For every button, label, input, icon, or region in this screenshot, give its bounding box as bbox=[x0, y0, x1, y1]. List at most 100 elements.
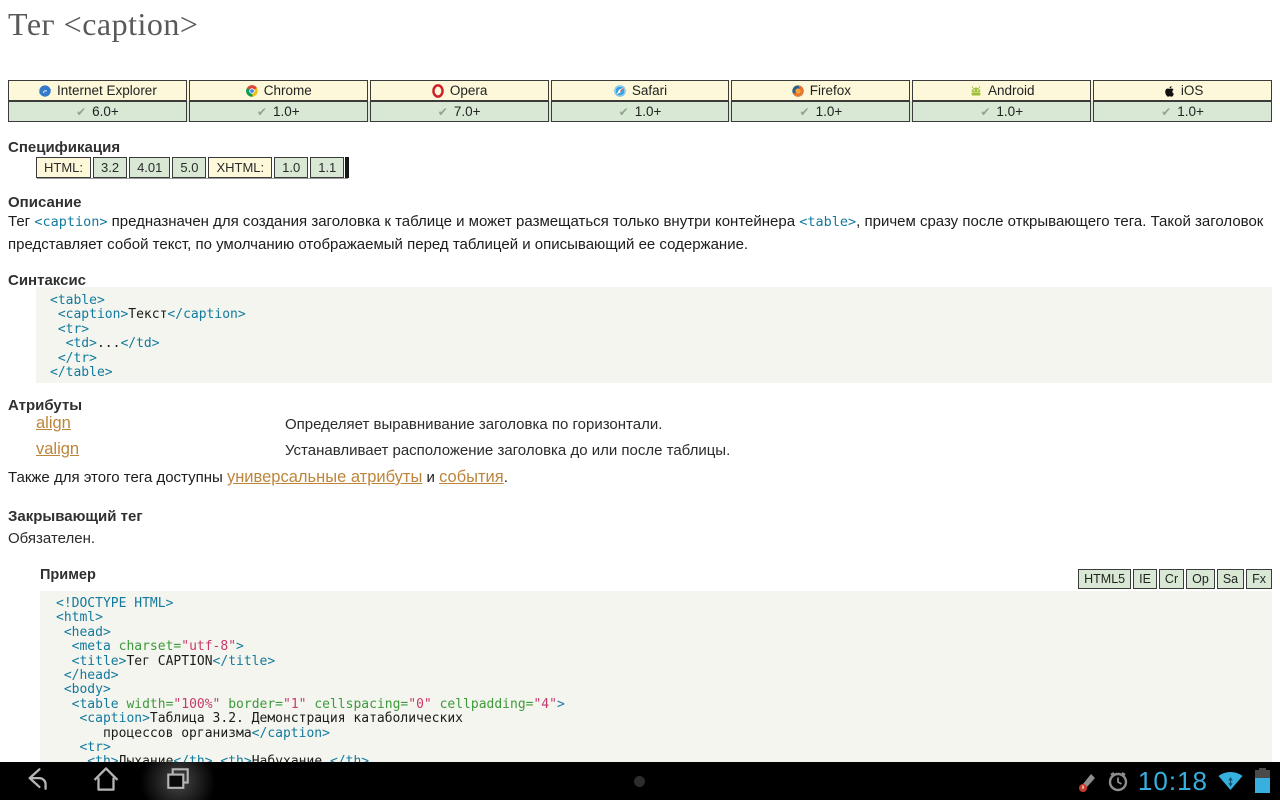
example-tab-cr[interactable]: Cr bbox=[1159, 569, 1184, 589]
text-run: </caption> bbox=[167, 307, 245, 322]
alarm-icon[interactable] bbox=[1107, 769, 1129, 793]
android-icon bbox=[969, 84, 983, 98]
browser-version-cell: ✔1.0+ bbox=[912, 101, 1091, 122]
example-tab-fx[interactable]: Fx bbox=[1246, 569, 1272, 589]
checkmark-icon: ✔ bbox=[1161, 105, 1171, 119]
text-run: </caption> bbox=[252, 726, 330, 741]
browser-support-table: eInternet Explorer Chrome OperaSafari Firef… bbox=[8, 80, 1272, 122]
example-code-block: <!DOCTYPE HTML><html> <head> <meta chars… bbox=[40, 591, 1272, 762]
text-run: </th> bbox=[173, 754, 212, 762]
example-tab-op[interactable]: Op bbox=[1186, 569, 1215, 589]
browser-header-cell: eInternet Explorer bbox=[8, 80, 187, 101]
text-run: width= bbox=[126, 697, 173, 712]
example-tab-html5[interactable]: HTML5 bbox=[1078, 569, 1131, 589]
text-run: <table> bbox=[50, 293, 105, 308]
code-line: <caption>Текст</caption> bbox=[50, 308, 1272, 322]
browser-version: 6.0+ bbox=[92, 104, 119, 119]
text-run: </head> bbox=[56, 668, 119, 683]
menu-dot bbox=[634, 776, 645, 787]
spec-cell: 5.0 bbox=[172, 157, 206, 178]
recents-button[interactable] bbox=[160, 764, 196, 798]
chrome-icon bbox=[245, 84, 259, 98]
browser-version-cell: ✔1.0+ bbox=[189, 101, 368, 122]
spec-cell: HTML: bbox=[36, 157, 91, 178]
text-run: Текст bbox=[128, 307, 167, 322]
status-clock[interactable]: 10:18 bbox=[1138, 762, 1208, 800]
checkmark-icon: ✔ bbox=[980, 105, 990, 119]
syntax-code-block: <table> <caption>Текст</caption> <tr> <t… bbox=[36, 287, 1272, 383]
text-run: Тег bbox=[8, 213, 34, 230]
firefox-icon bbox=[791, 84, 805, 98]
code-line: <head> bbox=[56, 626, 1272, 640]
text-run: <td> bbox=[50, 336, 97, 351]
code-line: </head> bbox=[56, 669, 1272, 683]
attribute-row: valignУстанавливает расположение заголов… bbox=[36, 438, 1272, 464]
specification-table: HTML:3.24.015.0XHTML:1.01.1 bbox=[36, 157, 349, 178]
text-run: Тег CAPTION bbox=[126, 654, 212, 669]
example-tab-ie[interactable]: IE bbox=[1133, 569, 1157, 589]
spec-cell: 1.1 bbox=[310, 157, 344, 178]
browser-header-row: eInternet Explorer Chrome OperaSafari Firef… bbox=[8, 80, 1272, 101]
browser-version-cell: ✔ 6.0+ bbox=[8, 101, 187, 122]
checkmark-icon: ✔ bbox=[800, 105, 810, 119]
code-line: <caption>Таблица 3.2. Демонстрация катаб… bbox=[56, 712, 1272, 726]
inline-link[interactable]: универсальные атрибуты bbox=[227, 468, 422, 486]
text-run: "100%" bbox=[173, 697, 220, 712]
home-icon bbox=[91, 764, 121, 799]
text-run: <body> bbox=[56, 682, 111, 697]
text-run: "1" bbox=[283, 697, 306, 712]
text-run: <tr> bbox=[56, 740, 111, 755]
text-run: </table> bbox=[50, 365, 113, 380]
text-run: <th> bbox=[220, 754, 251, 762]
attribute-link-valign[interactable]: valign bbox=[36, 440, 79, 459]
checkmark-icon: ✔ bbox=[76, 105, 86, 119]
spec-cell: 4.01 bbox=[129, 157, 170, 178]
example-tab-sa[interactable]: Sa bbox=[1217, 569, 1244, 589]
wifi-icon[interactable] bbox=[1217, 769, 1244, 793]
text-run: cellpadding= bbox=[440, 697, 534, 712]
description-heading: Описание bbox=[8, 194, 81, 211]
svg-text:e: e bbox=[43, 86, 47, 96]
browser-name: Chrome bbox=[264, 83, 312, 98]
text-run: </tr> bbox=[50, 351, 97, 366]
attribute-link-align[interactable]: align bbox=[36, 414, 71, 433]
inline-code-ref: <caption> bbox=[34, 214, 107, 230]
text-run: . bbox=[504, 469, 508, 486]
code-line: </tr> bbox=[50, 352, 1272, 366]
text-run: <caption> bbox=[50, 307, 128, 322]
attribute-row: alignОпределяет выравнивание заголовка п… bbox=[36, 412, 1272, 438]
browser-header-cell: Opera bbox=[370, 80, 549, 101]
code-line: процессов организма</caption> bbox=[56, 727, 1272, 741]
ie-icon: e bbox=[38, 84, 52, 98]
browser-version: 1.0+ bbox=[1177, 104, 1204, 119]
browser-header-cell: iOS bbox=[1093, 80, 1272, 101]
browser-header-cell: Safari bbox=[551, 80, 730, 101]
text-run: <tr> bbox=[50, 322, 89, 337]
checkmark-icon: ✔ bbox=[438, 105, 448, 119]
browser-name: Firefox bbox=[810, 83, 851, 98]
text-run: <table bbox=[56, 697, 126, 712]
text-run: Также для этого тега доступны bbox=[8, 469, 227, 486]
text-run: <title> bbox=[56, 654, 126, 669]
battery-icon[interactable] bbox=[1255, 770, 1270, 793]
text-run bbox=[432, 697, 440, 712]
inline-link[interactable]: события bbox=[439, 468, 504, 486]
checkmark-icon: ✔ bbox=[619, 105, 629, 119]
inline-code-ref: <table> bbox=[799, 214, 856, 230]
code-line: <title>Тег CAPTION</title> bbox=[56, 655, 1272, 669]
back-button[interactable] bbox=[17, 764, 53, 798]
code-line: <table> bbox=[50, 294, 1272, 308]
text-run: ... bbox=[97, 336, 120, 351]
browser-version-cell: ✔ 1.0+ bbox=[1093, 101, 1272, 122]
code-line: <body> bbox=[56, 683, 1272, 697]
opera-icon bbox=[431, 84, 445, 98]
description-text: Тег <caption> предназначен для создания … bbox=[8, 211, 1272, 255]
usb-notification-icon[interactable] bbox=[1076, 769, 1098, 793]
browser-version: 1.0+ bbox=[816, 104, 843, 119]
text-run: </title> bbox=[213, 654, 276, 669]
text-run: border= bbox=[228, 697, 283, 712]
text-run: и bbox=[422, 469, 439, 486]
text-run: "utf-8" bbox=[181, 639, 236, 654]
home-button[interactable] bbox=[88, 764, 124, 798]
text-run: Дыхание bbox=[119, 754, 174, 762]
